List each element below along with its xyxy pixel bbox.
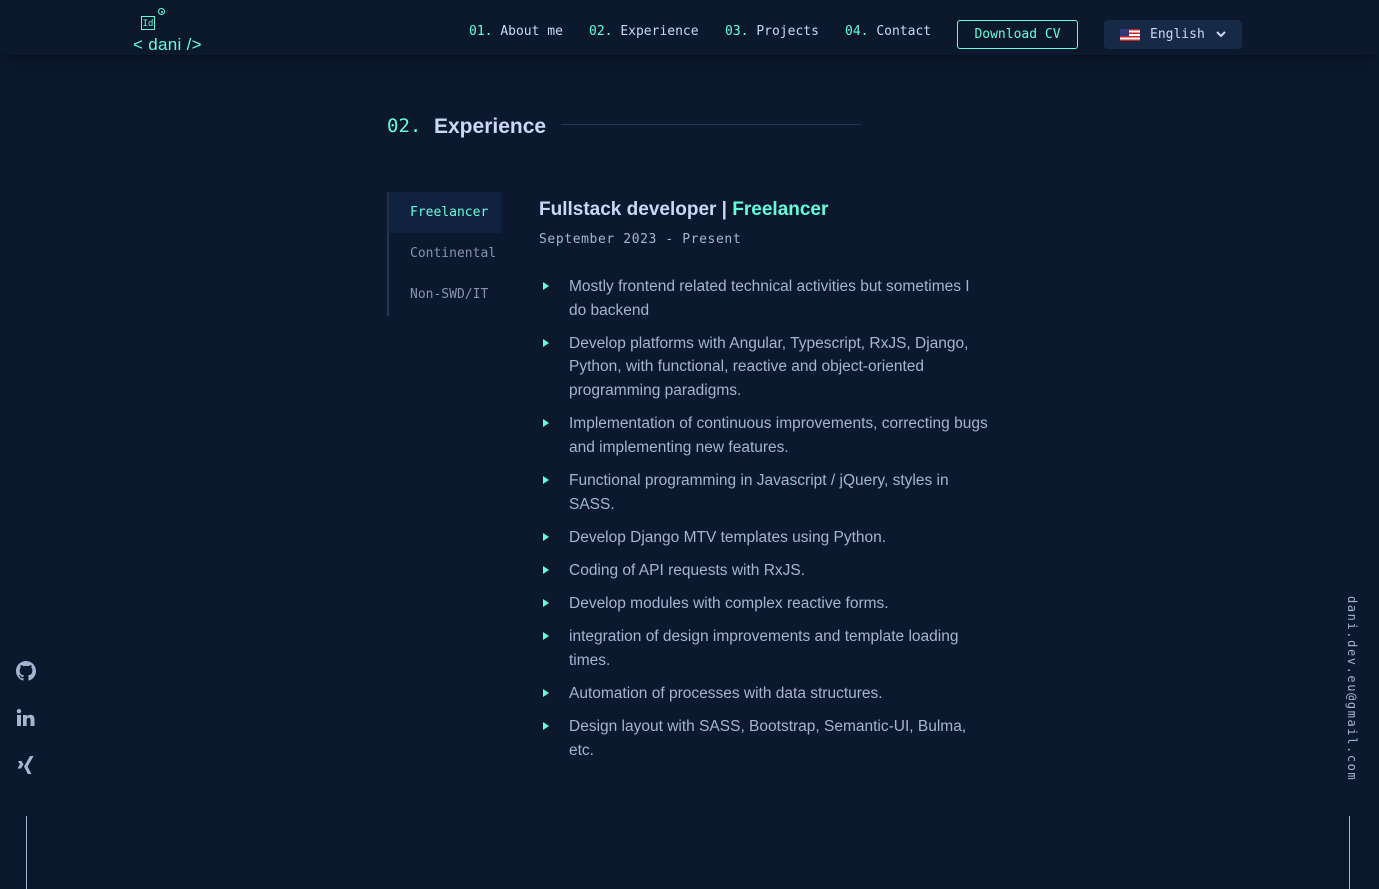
list-item-text: integration of design improvements and t… xyxy=(569,628,959,669)
list-item-text: Automation of processes with data struct… xyxy=(569,685,883,703)
language-select[interactable]: English xyxy=(1104,20,1242,49)
list-item-text: Develop platforms with Angular, Typescri… xyxy=(569,334,969,399)
list-item: Automation of processes with data struct… xyxy=(539,682,989,706)
logo-dot-icon xyxy=(158,8,165,15)
nav-item-label: Contact xyxy=(876,24,932,39)
chevron-down-icon xyxy=(1216,31,1226,38)
us-flag-icon xyxy=(1120,29,1140,41)
triangle-bullet-icon xyxy=(543,475,549,484)
triangle-bullet-icon xyxy=(543,532,549,541)
list-item-text: Functional programming in Javascript / j… xyxy=(569,471,949,513)
linkedin-icon[interactable] xyxy=(16,708,36,728)
list-item-text: Mostly frontend related technical activi… xyxy=(569,278,970,319)
job-date: September 2023 - Present xyxy=(539,232,742,247)
tab-freelancer[interactable]: Freelancer xyxy=(389,192,501,233)
nav-item-number: 04. xyxy=(845,24,869,39)
nav-item-number: 03. xyxy=(725,24,749,39)
job-duties-list: Mostly frontend related technical activi… xyxy=(539,275,989,772)
triangle-bullet-icon xyxy=(543,338,549,347)
language-label: English xyxy=(1150,27,1205,42)
email-link[interactable]: dani.dev.eu@gmail.com xyxy=(1339,596,1359,781)
list-item-text: Coding of API requests with RxJS. xyxy=(569,561,806,579)
list-item: integration of design improvements and t… xyxy=(539,625,989,672)
section-number: 02. xyxy=(387,115,422,137)
list-item: Develop Django MTV templates using Pytho… xyxy=(539,526,989,550)
header: Id < dani /> 01. About me 02. Experience… xyxy=(0,0,1379,55)
tab-indicator xyxy=(387,192,389,233)
nav-item-contact[interactable]: 04. Contact xyxy=(845,24,931,39)
list-item: Design layout with SASS, Bootstrap, Sema… xyxy=(539,715,989,762)
nav-item-label: Projects xyxy=(756,24,819,39)
nav-item-number: 01. xyxy=(469,24,493,39)
nav-item-number: 02. xyxy=(589,24,613,39)
logo-badge: Id xyxy=(141,16,155,30)
job-title: Fullstack developer | Freelancer xyxy=(539,199,828,221)
tab-non-swd-it[interactable]: Non-SWD/IT xyxy=(389,274,501,315)
logo-text: < dani /> xyxy=(133,35,202,54)
list-item-text: Design layout with SASS, Bootstrap, Sema… xyxy=(569,718,967,759)
tab-continental[interactable]: Continental xyxy=(389,233,501,274)
triangle-bullet-icon xyxy=(543,565,549,574)
job-role: Fullstack developer xyxy=(539,199,717,220)
section-divider xyxy=(561,124,861,125)
nav-item-label: Experience xyxy=(620,24,699,39)
triangle-bullet-icon xyxy=(543,282,549,290)
experience-tabs: Freelancer Continental Non-SWD/IT xyxy=(387,192,503,316)
triangle-bullet-icon xyxy=(543,632,549,641)
nav-item-about[interactable]: 01. About me xyxy=(469,24,563,39)
download-cv-button[interactable]: Download CV xyxy=(957,20,1078,49)
list-item: Coding of API requests with RxJS. xyxy=(539,559,989,583)
logo[interactable]: Id < dani /> xyxy=(133,8,213,54)
list-item: Functional programming in Javascript / j… xyxy=(539,469,989,516)
triangle-bullet-icon xyxy=(543,722,549,731)
list-item-text: Develop Django MTV templates using Pytho… xyxy=(569,528,887,546)
github-icon[interactable] xyxy=(16,661,36,681)
list-item: Develop platforms with Angular, Typescri… xyxy=(539,332,989,403)
list-item-text: Implementation of continuous improvement… xyxy=(569,415,988,456)
job-separator: | xyxy=(716,199,733,220)
section-title: Experience xyxy=(434,115,547,138)
list-item: Develop modules with complex reactive fo… xyxy=(539,592,989,616)
nav-item-experience[interactable]: 02. Experience xyxy=(589,24,699,39)
triangle-bullet-icon xyxy=(543,599,549,608)
list-item: Implementation of continuous improvement… xyxy=(539,412,989,459)
right-rail-line xyxy=(1349,816,1350,889)
xing-icon[interactable] xyxy=(16,755,36,775)
left-rail-line xyxy=(26,816,27,889)
list-item-text: Develop modules with complex reactive fo… xyxy=(569,595,889,613)
triangle-bullet-icon xyxy=(543,419,549,428)
nav-item-projects[interactable]: 03. Projects xyxy=(725,24,819,39)
triangle-bullet-icon xyxy=(543,689,549,698)
list-item: Mostly frontend related technical activi… xyxy=(539,275,989,322)
job-company: Freelancer xyxy=(732,199,829,220)
nav-item-label: About me xyxy=(500,24,563,39)
